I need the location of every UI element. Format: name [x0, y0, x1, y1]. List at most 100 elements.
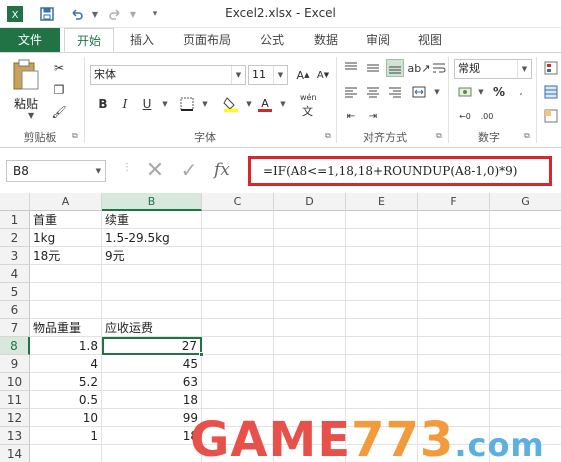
cell-d4[interactable]: [274, 265, 346, 283]
paste-button[interactable]: 粘贴: [8, 95, 44, 112]
cell-e4[interactable]: [346, 265, 418, 283]
cell-d8[interactable]: [274, 337, 346, 355]
phonetic-guide-button[interactable]: wén: [300, 93, 317, 102]
cell-a7[interactable]: 物品重量: [30, 319, 102, 337]
merge-dropdown-icon[interactable]: ▼: [428, 83, 446, 101]
align-top-icon[interactable]: [342, 59, 360, 77]
align-left-icon[interactable]: [342, 83, 360, 101]
column-header-d[interactable]: D: [274, 193, 346, 211]
cell-d10[interactable]: [274, 373, 346, 391]
tab-home[interactable]: 开始: [64, 28, 114, 52]
cell-g6[interactable]: [490, 301, 561, 319]
increase-decimal-icon[interactable]: ←0: [456, 107, 474, 125]
cell-a14[interactable]: [30, 445, 102, 462]
cell-f2[interactable]: [418, 229, 490, 247]
cell-b4[interactable]: [102, 265, 202, 283]
cell-a13[interactable]: 1: [30, 427, 102, 445]
cell-a12[interactable]: 10: [30, 409, 102, 427]
cell-a3[interactable]: 18元: [30, 247, 102, 265]
row-header-8[interactable]: 8: [0, 337, 30, 355]
borders-icon[interactable]: [178, 95, 196, 113]
cell-f1[interactable]: [418, 211, 490, 229]
orientation-icon[interactable]: ab↗: [408, 59, 431, 77]
cell-e2[interactable]: [346, 229, 418, 247]
cell-e1[interactable]: [346, 211, 418, 229]
row-header-3[interactable]: 3: [0, 247, 30, 265]
cell-b12[interactable]: 99: [102, 409, 202, 427]
cell-g8[interactable]: [490, 337, 561, 355]
align-bottom-icon[interactable]: [386, 59, 404, 77]
borders-dropdown-icon[interactable]: ▼: [196, 95, 214, 113]
decrease-decimal-icon[interactable]: .00: [478, 107, 496, 125]
cell-b6[interactable]: [102, 301, 202, 319]
percent-style-button[interactable]: %: [490, 83, 508, 101]
cell-g5[interactable]: [490, 283, 561, 301]
row-header-1[interactable]: 1: [0, 211, 30, 229]
decrease-font-icon[interactable]: A ▼: [314, 66, 332, 84]
cell-f6[interactable]: [418, 301, 490, 319]
format-painter-icon[interactable]: 🖌: [50, 103, 68, 121]
format-as-table-icon[interactable]: [542, 83, 560, 101]
cell-a10[interactable]: 5.2: [30, 373, 102, 391]
tab-formulas[interactable]: 公式: [250, 28, 294, 52]
select-all-corner[interactable]: [0, 193, 30, 211]
decrease-indent-icon[interactable]: ⇤: [342, 107, 360, 125]
cell-e3[interactable]: [346, 247, 418, 265]
accounting-dropdown-icon[interactable]: ▼: [472, 83, 490, 101]
column-header-g[interactable]: G: [490, 193, 561, 211]
cell-g7[interactable]: [490, 319, 561, 337]
align-middle-icon[interactable]: [364, 59, 382, 77]
cell-g4[interactable]: [490, 265, 561, 283]
cell-c7[interactable]: [202, 319, 274, 337]
align-center-icon[interactable]: [364, 83, 382, 101]
cell-f3[interactable]: [418, 247, 490, 265]
cell-b3[interactable]: 9元: [102, 247, 202, 265]
cancel-icon[interactable]: ✕: [144, 158, 166, 183]
cell-a6[interactable]: [30, 301, 102, 319]
cell-f10[interactable]: [418, 373, 490, 391]
cell-b5[interactable]: [102, 283, 202, 301]
cell-c3[interactable]: [202, 247, 274, 265]
cell-c6[interactable]: [202, 301, 274, 319]
align-right-icon[interactable]: [386, 83, 404, 101]
clipboard-launcher-icon[interactable]: ⧉: [72, 131, 78, 141]
formula-input[interactable]: =IF(A8<=1,18,18+ROUNDUP(A8-1,0)*9): [248, 156, 552, 186]
cell-a5[interactable]: [30, 283, 102, 301]
paste-dropdown-icon[interactable]: ▼: [28, 111, 34, 120]
cell-b9[interactable]: 45: [102, 355, 202, 373]
cell-c10[interactable]: [202, 373, 274, 391]
row-header-14[interactable]: 14: [0, 445, 30, 462]
copy-icon[interactable]: ❐: [50, 81, 68, 99]
row-header-10[interactable]: 10: [0, 373, 30, 391]
cell-e6[interactable]: [346, 301, 418, 319]
tab-insert[interactable]: 插入: [120, 28, 164, 52]
cell-a1[interactable]: 首重: [30, 211, 102, 229]
row-header-5[interactable]: 5: [0, 283, 30, 301]
fill-color-icon[interactable]: [222, 95, 240, 113]
cell-e5[interactable]: [346, 283, 418, 301]
cell-d2[interactable]: [274, 229, 346, 247]
row-header-2[interactable]: 2: [0, 229, 30, 247]
cell-g10[interactable]: [490, 373, 561, 391]
font-size-select[interactable]: 11 ▼: [248, 65, 288, 85]
cell-e9[interactable]: [346, 355, 418, 373]
conditional-format-icon[interactable]: [542, 59, 560, 77]
paste-icon[interactable]: [10, 59, 40, 93]
font-launcher-icon[interactable]: ⧉: [325, 131, 331, 141]
wrap-text-icon[interactable]: [430, 59, 448, 77]
formula-bar-grip-icon[interactable]: ⋮: [122, 162, 132, 180]
cell-b1[interactable]: 续重: [102, 211, 202, 229]
cell-f11[interactable]: [418, 391, 490, 409]
cell-c5[interactable]: [202, 283, 274, 301]
column-header-b[interactable]: B: [102, 193, 202, 211]
increase-indent-icon[interactable]: ⇥: [364, 107, 382, 125]
cell-b8[interactable]: 27: [102, 337, 202, 355]
alignment-launcher-icon[interactable]: ⧉: [436, 131, 442, 141]
cell-e7[interactable]: [346, 319, 418, 337]
tab-file[interactable]: 文件: [0, 28, 60, 52]
comma-style-icon[interactable]: ,: [512, 83, 530, 101]
italic-button[interactable]: I: [116, 95, 134, 113]
cell-c11[interactable]: [202, 391, 274, 409]
tab-data[interactable]: 数据: [304, 28, 348, 52]
cell-d5[interactable]: [274, 283, 346, 301]
